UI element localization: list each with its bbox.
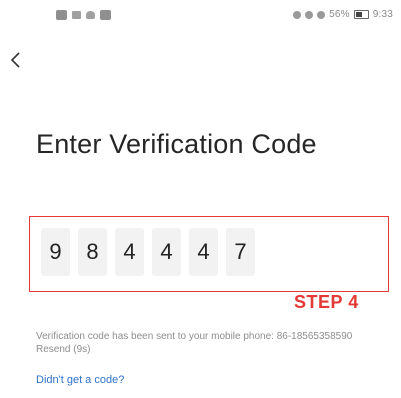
didnt-get-code-link[interactable]: Didn't get a code? <box>36 374 124 386</box>
code-digit-5[interactable]: 4 <box>189 228 218 276</box>
status-time: 9:33 <box>372 9 393 20</box>
notification-icon <box>100 10 111 20</box>
resend-countdown[interactable]: Resend (9s) <box>36 344 90 355</box>
code-digit-2[interactable]: 8 <box>78 228 107 276</box>
location-icon <box>293 10 302 19</box>
battery-percent: 56% <box>329 9 350 20</box>
vibrate-icon <box>317 10 326 19</box>
code-digit-3[interactable]: 4 <box>115 228 144 276</box>
chevron-left-icon <box>10 52 20 68</box>
alarm-icon <box>305 10 314 19</box>
code-digit-4[interactable]: 4 <box>152 228 181 276</box>
wifi-icon <box>86 11 95 19</box>
sim-card-icon <box>56 10 67 20</box>
info-message: Verification code has been sent to your … <box>36 331 353 342</box>
step-annotation-label: STEP 4 <box>294 292 359 312</box>
code-digit-1[interactable]: 9 <box>41 228 70 276</box>
verification-code-input[interactable]: 9 8 4 4 4 7 <box>41 228 255 276</box>
code-digit-6[interactable]: 7 <box>226 228 255 276</box>
back-button[interactable] <box>2 44 28 76</box>
verification-info-text: Verification code has been sent to your … <box>36 330 366 356</box>
page-title: Enter Verification Code <box>36 129 317 159</box>
signal-icon <box>72 11 81 19</box>
status-left-icons <box>56 10 111 20</box>
status-right-icons: 56% 9:33 <box>293 9 393 20</box>
status-bar: 56% 9:33 <box>0 0 401 32</box>
battery-icon <box>353 10 369 19</box>
